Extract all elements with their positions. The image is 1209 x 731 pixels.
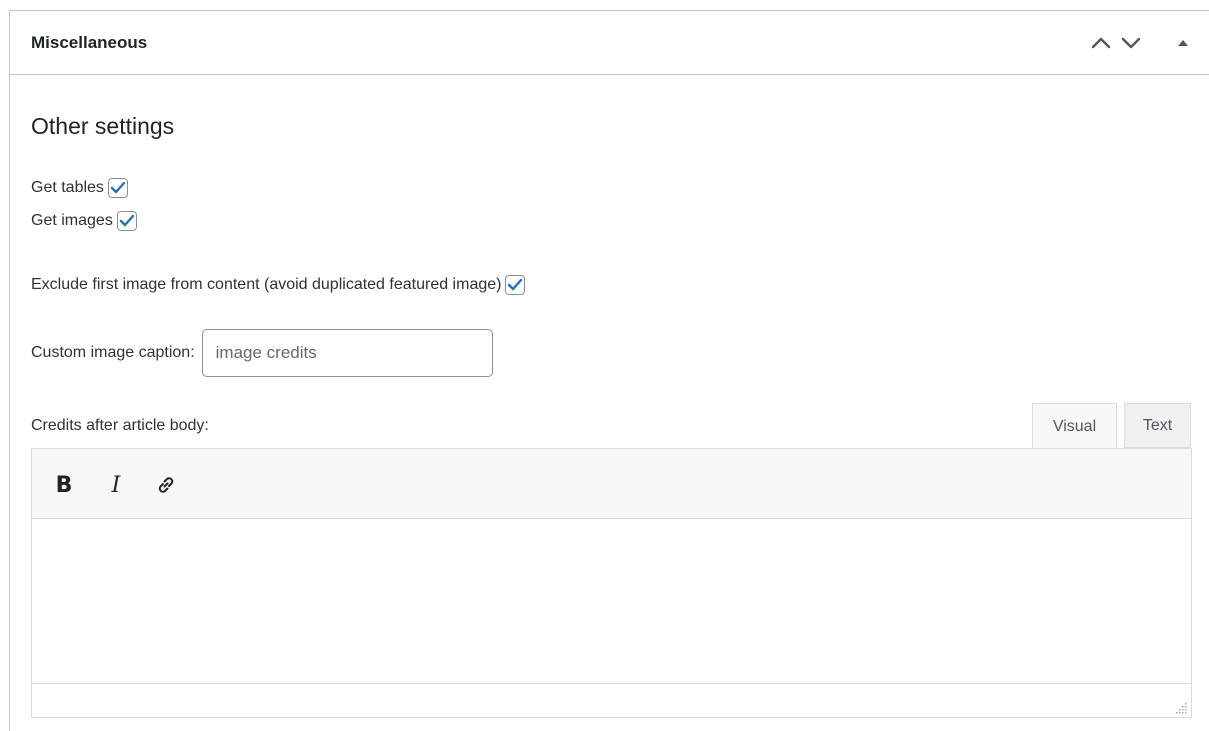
custom-caption-label: Custom image caption:: [31, 344, 195, 361]
editor-status-bar: [32, 683, 1191, 717]
get-images-label: Get images: [31, 212, 113, 229]
move-up-button[interactable]: [1088, 31, 1114, 55]
miscellaneous-panel: Miscellaneous Other settings Get tables …: [9, 10, 1209, 731]
get-images-option[interactable]: Get images: [31, 211, 137, 231]
editor-content-area[interactable]: [32, 519, 1191, 685]
toggle-panel-button[interactable]: [1170, 31, 1196, 55]
panel-title: Miscellaneous: [31, 33, 148, 52]
get-images-checkbox[interactable]: [116, 211, 137, 231]
panel-header: Miscellaneous: [10, 11, 1209, 75]
checkmark-icon: [508, 278, 523, 291]
get-tables-label: Get tables: [31, 179, 104, 196]
checkmark-icon: [110, 181, 126, 194]
bold-button[interactable]: B: [48, 469, 80, 501]
chevron-down-icon: [1121, 37, 1141, 49]
italic-button[interactable]: I: [100, 469, 132, 501]
checkmark-icon: [119, 214, 135, 227]
link-button[interactable]: [150, 469, 182, 501]
exclude-first-image-label: Exclude first image from content (avoid …: [31, 276, 502, 293]
triangle-up-icon: [1178, 40, 1188, 46]
exclude-first-image-checkbox[interactable]: [505, 275, 526, 295]
resize-handle-icon[interactable]: [1176, 702, 1188, 714]
link-icon: [158, 477, 174, 493]
move-down-button[interactable]: [1118, 31, 1144, 55]
tab-visual[interactable]: Visual: [1032, 403, 1117, 449]
tab-text[interactable]: Text: [1124, 403, 1191, 448]
get-tables-option[interactable]: Get tables: [31, 178, 128, 198]
custom-caption-row: Custom image caption:: [31, 329, 493, 377]
exclude-first-image-option[interactable]: Exclude first image from content (avoid …: [31, 275, 526, 295]
get-tables-checkbox[interactable]: [107, 178, 128, 198]
credits-label: Credits after article body:: [31, 417, 209, 434]
section-title: Other settings: [31, 113, 175, 139]
editor-toolbar: B I: [32, 449, 1191, 519]
credits-editor: B I: [31, 448, 1192, 718]
chevron-up-icon: [1091, 37, 1111, 49]
custom-caption-input[interactable]: [201, 329, 493, 377]
